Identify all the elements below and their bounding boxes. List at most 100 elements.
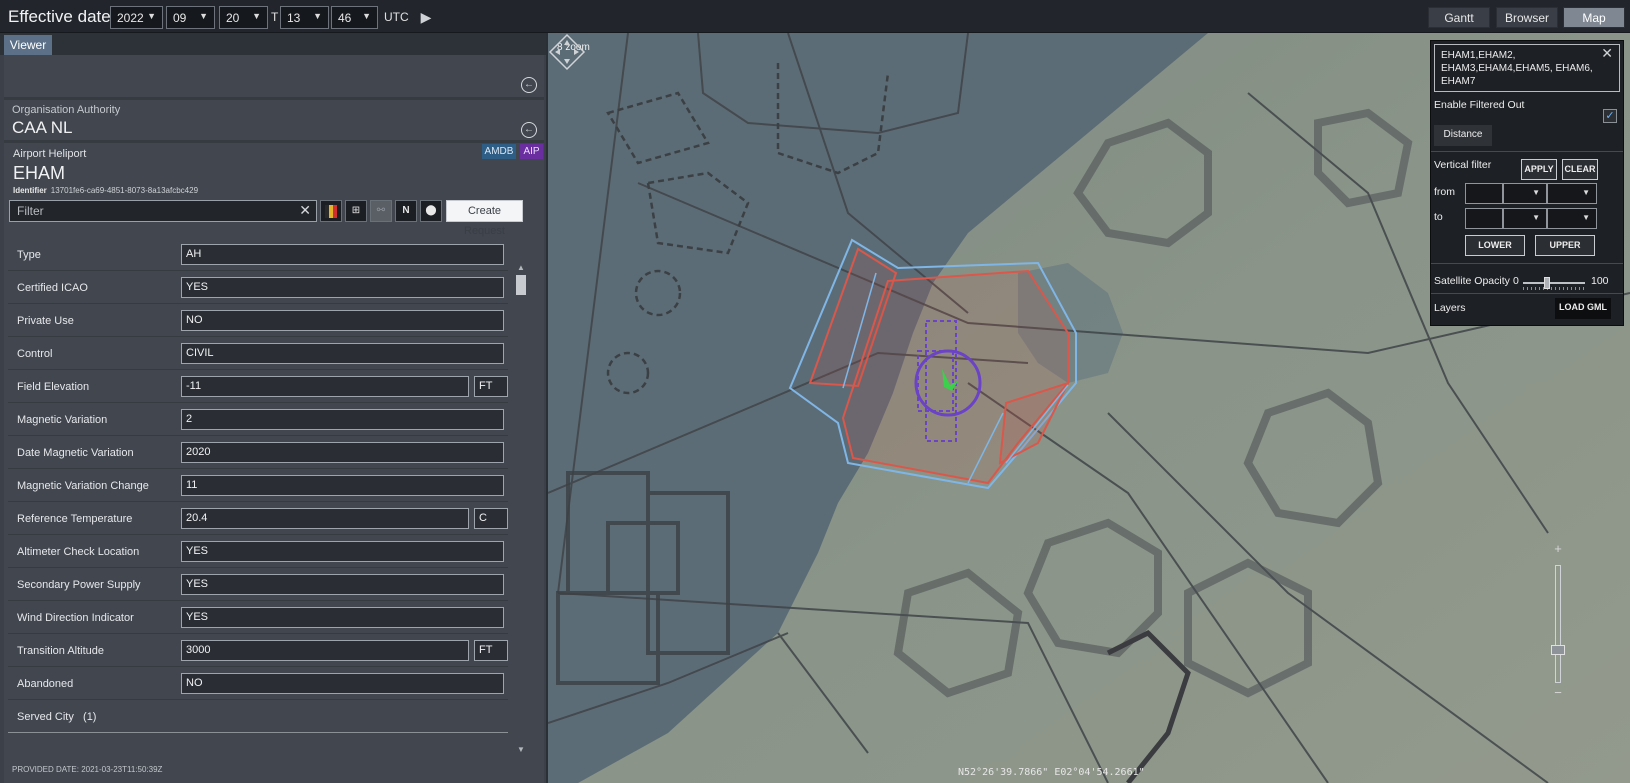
attr-value[interactable]: YES bbox=[181, 277, 504, 298]
satellite-opacity-slider[interactable] bbox=[1523, 277, 1585, 290]
airport-designator: EHAM bbox=[13, 163, 66, 183]
to-reference-select[interactable]: ▼ bbox=[1547, 208, 1597, 229]
chevron-down-icon: ▼ bbox=[1582, 188, 1590, 197]
flag-icon bbox=[325, 205, 337, 218]
to-value-input[interactable] bbox=[1465, 208, 1503, 229]
list-scrollbar[interactable]: ▲ ▼ bbox=[516, 263, 526, 759]
year-select[interactable]: 2022 ▼ bbox=[110, 6, 163, 29]
divider bbox=[1431, 263, 1623, 264]
attr-unit[interactable]: C bbox=[474, 508, 508, 529]
clear-button[interactable]: CLEAR bbox=[1562, 159, 1598, 180]
org-back-button[interactable]: ← bbox=[521, 122, 537, 138]
time-separator: T bbox=[271, 10, 279, 24]
attr-value[interactable]: 11 bbox=[181, 475, 504, 496]
play-button[interactable]: ▶ bbox=[416, 7, 436, 27]
attr-row-certified-icao: Certified ICAO YES bbox=[8, 272, 508, 304]
distance-button[interactable]: Distance bbox=[1434, 125, 1492, 146]
browser-button[interactable]: Browser bbox=[1496, 7, 1558, 28]
slider-knob[interactable] bbox=[1544, 277, 1550, 289]
satellite-opacity-label: Satellite Opacity bbox=[1434, 275, 1510, 287]
designator-filter-input[interactable]: EHAM1,EHAM2, EHAM3,EHAM4,EHAM5, EHAM6, E… bbox=[1434, 44, 1620, 92]
locate-button[interactable]: ⬤ bbox=[420, 200, 442, 222]
chevron-down-icon: ▼ bbox=[199, 11, 208, 21]
slider-rail bbox=[1523, 282, 1585, 284]
attr-value[interactable]: NO bbox=[181, 310, 504, 331]
to-unit-select[interactable]: ▼ bbox=[1503, 208, 1547, 229]
gantt-button[interactable]: Gantt bbox=[1428, 7, 1490, 28]
attr-value[interactable]: 2 bbox=[181, 409, 504, 430]
opacity-min: 0 bbox=[1513, 275, 1519, 287]
vertical-filter-label: Vertical filter bbox=[1434, 159, 1492, 171]
country-flag-button[interactable] bbox=[320, 200, 342, 222]
day-value: 20 bbox=[226, 11, 240, 25]
from-label: from bbox=[1434, 186, 1455, 198]
attr-row-private-use: Private Use NO bbox=[8, 305, 508, 337]
attr-unit[interactable]: FT bbox=[474, 640, 508, 661]
chevron-down-icon: ▼ bbox=[252, 11, 261, 21]
clear-icon[interactable]: ✕ bbox=[1601, 46, 1613, 60]
minute-select[interactable]: 46 ▼ bbox=[331, 6, 378, 29]
day-select[interactable]: 20 ▼ bbox=[219, 6, 268, 29]
zoom-in-icon[interactable]: + bbox=[1546, 541, 1570, 556]
upper-button[interactable]: UPPER bbox=[1535, 235, 1595, 256]
from-value-input[interactable] bbox=[1465, 183, 1503, 204]
chevron-down-icon: ▼ bbox=[1532, 188, 1540, 197]
attr-label: Magnetic Variation bbox=[17, 414, 108, 426]
attr-value[interactable]: YES bbox=[181, 541, 504, 562]
scroll-down-icon[interactable]: ▼ bbox=[516, 745, 526, 754]
served-city-count: (1) bbox=[83, 711, 97, 723]
apply-button[interactable]: APPLY bbox=[1521, 159, 1557, 180]
from-reference-select[interactable]: ▼ bbox=[1547, 183, 1597, 204]
month-select[interactable]: 09 ▼ bbox=[166, 6, 215, 29]
zoom-rail[interactable] bbox=[1555, 565, 1561, 683]
attr-value[interactable]: AH bbox=[181, 244, 504, 265]
map-button[interactable]: Map bbox=[1563, 7, 1625, 28]
attr-row-wind-direction-indicator: Wind Direction Indicator YES bbox=[8, 602, 508, 634]
load-gml-button[interactable]: LOAD GML bbox=[1555, 298, 1611, 319]
back-button[interactable]: ← bbox=[521, 77, 537, 93]
attr-label: Transition Altitude bbox=[17, 645, 105, 657]
from-unit-select[interactable]: ▼ bbox=[1503, 183, 1547, 204]
map-filter-panel: EHAM1,EHAM2, EHAM3,EHAM4,EHAM5, EHAM6, E… bbox=[1430, 40, 1624, 326]
notam-button[interactable]: N bbox=[395, 200, 417, 222]
provided-date: PROVIDED DATE: 2021-03-23T11:50:39Z bbox=[12, 765, 163, 774]
attr-value[interactable]: NO bbox=[181, 673, 504, 694]
hierarchy-button[interactable]: ⊞ bbox=[345, 200, 367, 222]
attr-value[interactable]: YES bbox=[181, 574, 504, 595]
viewer-panel: Viewer ← Organisation Authority CAA NL ←… bbox=[0, 33, 546, 783]
slider-ticks bbox=[1523, 287, 1585, 290]
arrow-left-icon: ← bbox=[524, 79, 534, 90]
zoom-out-icon[interactable]: − bbox=[1546, 685, 1570, 700]
identifier-line: Identifier 13701fe6-ca69-4851-8073-8a13af… bbox=[13, 186, 198, 195]
attr-row-served-city[interactable]: Served City (1) bbox=[8, 701, 508, 733]
amdb-badge[interactable]: AMDB bbox=[482, 144, 516, 159]
scroll-thumb[interactable] bbox=[516, 275, 526, 295]
served-city-label: Served City (1) bbox=[17, 711, 96, 723]
attr-value[interactable]: CIVIL bbox=[181, 343, 504, 364]
create-request-button[interactable]: Create Request bbox=[446, 200, 523, 237]
airport-heliport-label: Airport Heliport bbox=[13, 148, 87, 160]
hour-select[interactable]: 13 ▼ bbox=[280, 6, 329, 29]
aip-badge[interactable]: AIP bbox=[520, 144, 543, 159]
divider bbox=[4, 97, 544, 100]
filter-input[interactable]: Filter ✕ bbox=[9, 200, 317, 222]
pan-control-icon[interactable] bbox=[548, 33, 586, 71]
links-button[interactable]: ⚯ bbox=[370, 200, 392, 222]
attr-value[interactable]: -11 bbox=[181, 376, 469, 397]
tab-viewer[interactable]: Viewer bbox=[4, 35, 52, 55]
attr-value[interactable]: YES bbox=[181, 607, 504, 628]
map-view[interactable]: 8 zoom N52°26'39.7866" E02°04'54.2661" E… bbox=[548, 33, 1630, 783]
attr-value[interactable]: 2020 bbox=[181, 442, 504, 463]
scroll-up-icon[interactable]: ▲ bbox=[516, 263, 526, 272]
lower-button[interactable]: LOWER bbox=[1465, 235, 1525, 256]
zoom-knob[interactable] bbox=[1551, 645, 1565, 655]
attr-unit[interactable]: FT bbox=[474, 376, 508, 397]
clear-icon[interactable]: ✕ bbox=[299, 202, 311, 219]
chevron-down-icon: ▼ bbox=[147, 11, 156, 21]
attr-value[interactable]: 20.4 bbox=[181, 508, 469, 529]
enable-filtered-out-checkbox[interactable]: ✓ bbox=[1603, 109, 1617, 123]
attr-row-abandoned: Abandoned NO bbox=[8, 668, 508, 700]
org-authority-value[interactable]: CAA NL bbox=[12, 118, 72, 138]
top-bar: Effective date 2022 ▼ 09 ▼ 20 ▼ T 13 ▼ 4… bbox=[0, 0, 1630, 33]
attr-value[interactable]: 3000 bbox=[181, 640, 469, 661]
